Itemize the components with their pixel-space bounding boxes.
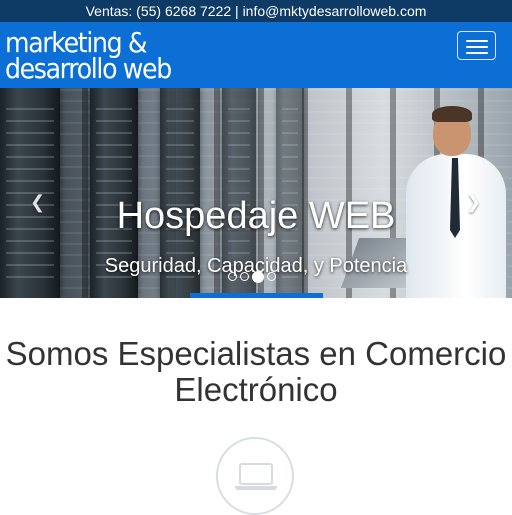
- hamburger-menu-icon-bar: [465, 52, 488, 54]
- hamburger-menu-icon-bar: [465, 40, 488, 42]
- hero-carousel: ❮ ❯ Hospedaje WEB Seguridad, Capacidad, …: [0, 88, 512, 298]
- carousel-indicators: [228, 271, 276, 284]
- hero-accent-bar: [190, 293, 323, 298]
- carousel-indicator-4[interactable]: [267, 272, 276, 281]
- hamburger-menu-button[interactable]: [457, 31, 496, 60]
- brand-logo[interactable]: marketing & desarrollo web: [5, 29, 172, 85]
- page-heading: Somos Especialistas en Comercio Electrón…: [5, 335, 507, 408]
- contact-info: Ventas: (55) 6268 7222 | info@mktydesarr…: [85, 3, 427, 19]
- carousel-title: Hospedaje WEB: [116, 195, 396, 237]
- navbar: marketing & desarrollo web: [0, 22, 512, 88]
- feature-icon-circle: [216, 437, 294, 515]
- carousel-indicator-3[interactable]: [252, 271, 264, 283]
- hamburger-menu-icon-bar: [465, 46, 488, 48]
- carousel-indicator-1[interactable]: [228, 272, 237, 281]
- top-contact-bar: Ventas: (55) 6268 7222 | info@mktydesarr…: [0, 0, 512, 22]
- laptop-icon: [235, 463, 277, 491]
- carousel-indicator-2[interactable]: [240, 272, 249, 281]
- brand-logo-line2: desarrollo web: [5, 52, 172, 85]
